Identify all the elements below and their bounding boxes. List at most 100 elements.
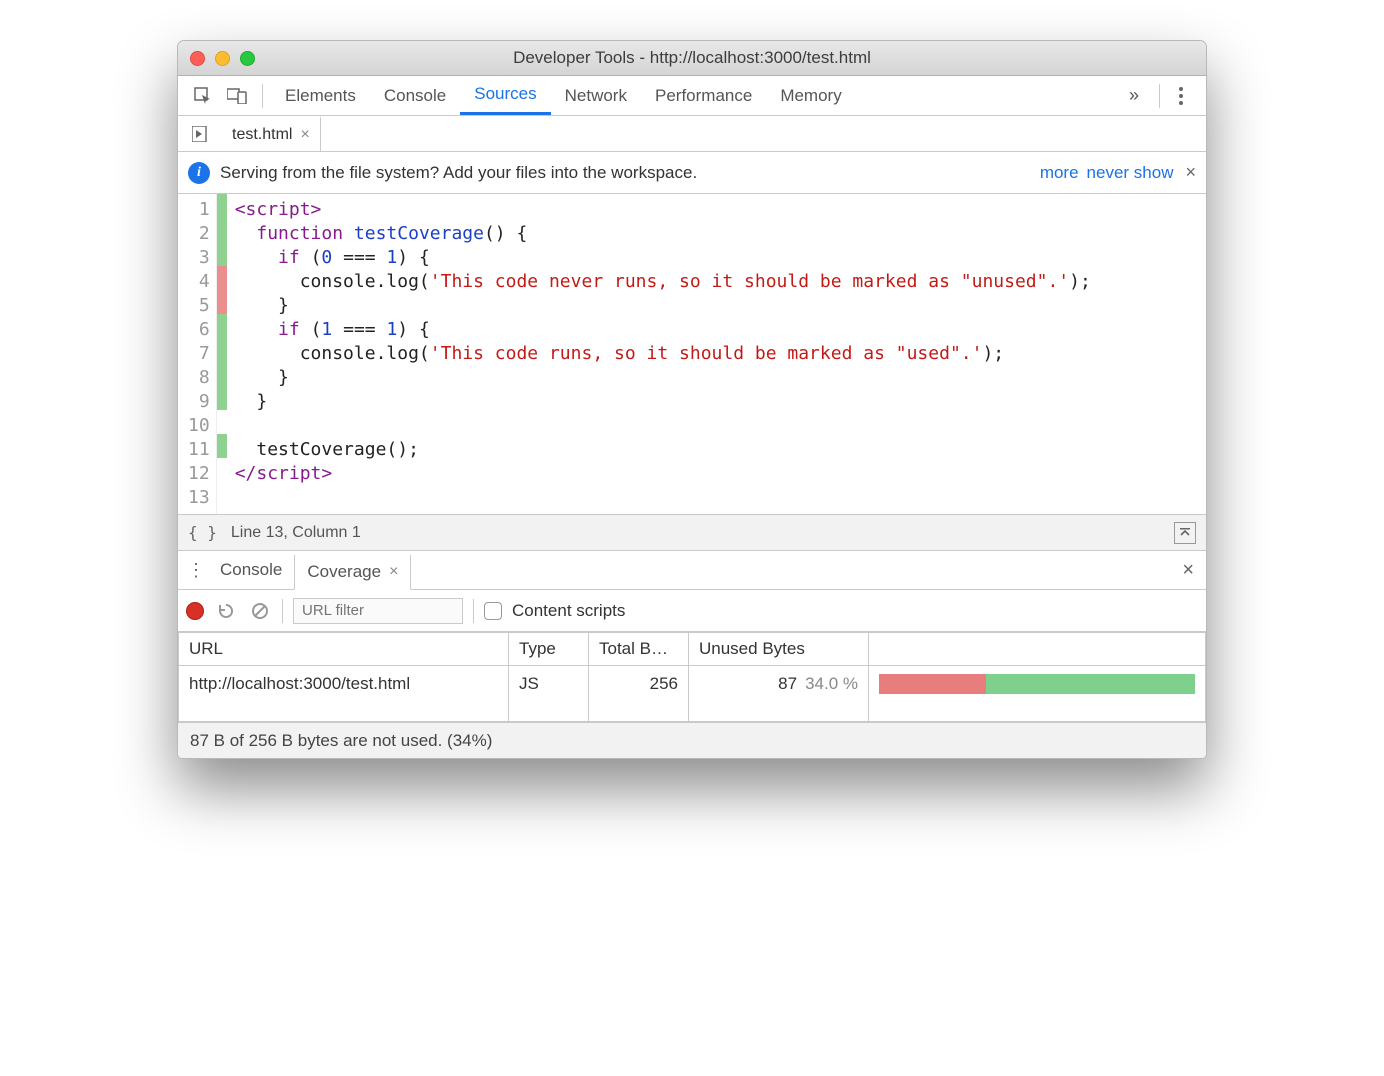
cursor-position: Line 13, Column 1: [231, 524, 361, 542]
line-number[interactable]: 2: [188, 222, 210, 246]
cell-url: http://localhost:3000/test.html: [179, 666, 509, 722]
toolbar-separator: [262, 84, 263, 108]
coverage-table: URL Type Total B… Unused Bytes http://lo…: [178, 632, 1206, 722]
coverage-marker-green: [217, 434, 227, 458]
device-toggle-icon[interactable]: [224, 83, 250, 109]
infobar-never-show-link[interactable]: never show: [1087, 163, 1174, 183]
infobar-close-icon[interactable]: ×: [1185, 162, 1196, 183]
code-line[interactable]: if (1 === 1) {: [235, 318, 1091, 342]
unused-bytes-pct: 34.0 %: [805, 674, 858, 693]
overflow-tabs-button[interactable]: »: [1121, 83, 1147, 109]
table-row[interactable]: http://localhost:3000/test.html JS 256 8…: [179, 666, 1206, 722]
coverage-marker-none: [217, 482, 227, 506]
coverage-marker-green: [217, 194, 227, 218]
panel-tab-elements[interactable]: Elements: [271, 76, 370, 115]
code-line[interactable]: [235, 414, 1091, 438]
panel-tab-performance[interactable]: Performance: [641, 76, 766, 115]
url-filter-input[interactable]: [293, 598, 463, 624]
col-bar: [869, 633, 1206, 666]
content-scripts-checkbox[interactable]: [484, 602, 502, 620]
code-line[interactable]: testCoverage();: [235, 438, 1091, 462]
table-header-row: URL Type Total B… Unused Bytes: [179, 633, 1206, 666]
drawer-menu-icon[interactable]: ⋮: [184, 551, 208, 589]
col-unused[interactable]: Unused Bytes: [689, 633, 869, 666]
line-number[interactable]: 5: [188, 294, 210, 318]
panel-tab-network[interactable]: Network: [551, 76, 641, 115]
window-controls: [190, 51, 255, 66]
code-line[interactable]: }: [235, 366, 1091, 390]
line-number[interactable]: 9: [188, 390, 210, 414]
coverage-marker-red: [217, 290, 227, 314]
reload-icon[interactable]: [214, 599, 238, 623]
toolbar-separator: [1159, 84, 1160, 108]
file-tab-bar: test.html ×: [178, 116, 1206, 152]
code-line[interactable]: </script>: [235, 462, 1091, 486]
code-line[interactable]: if (0 === 1) {: [235, 246, 1091, 270]
coverage-marker-green: [217, 242, 227, 266]
cell-type: JS: [509, 666, 589, 722]
coverage-toolbar: Content scripts: [178, 590, 1206, 632]
workspace-infobar: i Serving from the file system? Add your…: [178, 152, 1206, 194]
line-number[interactable]: 3: [188, 246, 210, 270]
drawer-tab-label: Coverage: [307, 562, 381, 582]
close-window-button[interactable]: [190, 51, 205, 66]
record-button[interactable]: [186, 602, 204, 620]
code-line[interactable]: console.log('This code never runs, so it…: [235, 270, 1091, 294]
drawer-tab-label: Console: [220, 560, 282, 580]
drawer-tab-console[interactable]: Console: [208, 551, 294, 589]
file-tab-label: test.html: [232, 126, 292, 144]
code-line[interactable]: console.log('This code runs, so it shoul…: [235, 342, 1091, 366]
line-number[interactable]: 8: [188, 366, 210, 390]
maximize-window-button[interactable]: [240, 51, 255, 66]
inspect-element-icon[interactable]: [190, 83, 216, 109]
file-tab-test-html[interactable]: test.html ×: [222, 116, 321, 151]
line-number[interactable]: 13: [188, 486, 210, 510]
cell-total: 256: [589, 666, 689, 722]
code-line[interactable]: [235, 486, 1091, 510]
unused-bytes-value: 87: [778, 674, 797, 693]
col-url[interactable]: URL: [179, 633, 509, 666]
code-line[interactable]: }: [235, 294, 1091, 318]
info-icon: i: [188, 162, 210, 184]
infobar-text: Serving from the file system? Add your f…: [220, 163, 697, 183]
clear-icon[interactable]: [248, 599, 272, 623]
pretty-print-icon[interactable]: { }: [188, 523, 217, 542]
col-total[interactable]: Total B…: [589, 633, 689, 666]
window-title: Developer Tools - http://localhost:3000/…: [178, 48, 1206, 68]
devtools-window: Developer Tools - http://localhost:3000/…: [177, 40, 1207, 759]
cell-unused: 87 34.0 %: [689, 666, 869, 722]
toolbar-separator: [282, 599, 283, 623]
line-number[interactable]: 1: [188, 198, 210, 222]
titlebar: Developer Tools - http://localhost:3000/…: [178, 41, 1206, 76]
coverage-marker-none: [217, 458, 227, 482]
coverage-marker-none: [217, 410, 227, 434]
drawer-close-icon[interactable]: ×: [1170, 551, 1206, 589]
code-content[interactable]: <script> function testCoverage() { if (0…: [227, 194, 1091, 514]
kebab-menu-icon[interactable]: [1168, 83, 1194, 109]
show-navigator-icon[interactable]: [188, 120, 216, 148]
col-type[interactable]: Type: [509, 633, 589, 666]
infobar-more-link[interactable]: more: [1040, 163, 1079, 183]
line-number[interactable]: 12: [188, 462, 210, 486]
close-tab-icon[interactable]: ×: [300, 126, 309, 144]
code-line[interactable]: function testCoverage() {: [235, 222, 1091, 246]
minimize-window-button[interactable]: [215, 51, 230, 66]
line-number[interactable]: 6: [188, 318, 210, 342]
coverage-summary: 87 B of 256 B bytes are not used. (34%): [190, 731, 492, 751]
toolbar-separator: [473, 599, 474, 623]
code-line[interactable]: }: [235, 390, 1091, 414]
panel-tab-sources[interactable]: Sources: [460, 76, 550, 115]
line-number[interactable]: 4: [188, 270, 210, 294]
line-number[interactable]: 10: [188, 414, 210, 438]
drawer-tab-coverage[interactable]: Coverage ×: [294, 555, 411, 590]
panel-tab-memory[interactable]: Memory: [766, 76, 855, 115]
code-editor[interactable]: 12345678910111213 <script> function test…: [178, 194, 1206, 514]
usage-bar-unused: [879, 674, 986, 694]
collapse-bottom-icon[interactable]: [1174, 522, 1196, 544]
close-tab-icon[interactable]: ×: [389, 563, 398, 581]
line-number[interactable]: 11: [188, 438, 210, 462]
coverage-marker-green: [217, 386, 227, 410]
code-line[interactable]: <script>: [235, 198, 1091, 222]
panel-tab-console[interactable]: Console: [370, 76, 460, 115]
line-number[interactable]: 7: [188, 342, 210, 366]
